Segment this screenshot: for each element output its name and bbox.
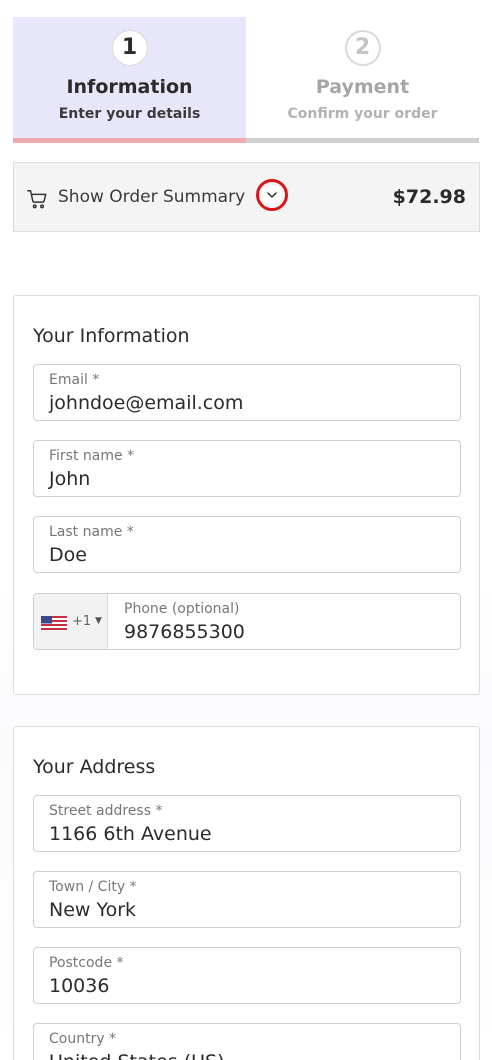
step-number: 2 [344,30,381,66]
chevron-down-icon [262,185,282,205]
step-progress-bar [246,138,479,143]
order-summary-expand-button[interactable] [256,179,288,211]
field-value[interactable]: Doe [49,544,87,566]
field-label: First name * [49,448,135,464]
section-title: Your Information [33,325,190,347]
address-card: Your Address Street address * 1166 6th A… [13,726,480,1060]
field-value[interactable]: John [49,468,90,490]
first-name-field[interactable]: First name * John [33,440,461,497]
city-field[interactable]: Town / City * New York [33,871,461,928]
step-title: Payment [315,76,410,98]
field-label: Last name * [49,524,134,540]
checkout-page: 1 Information Enter your details 2 Payme… [0,0,492,1060]
country-field[interactable]: Country * United States (US) [33,1023,461,1060]
field-value[interactable]: United States (US) [49,1051,225,1060]
field-value[interactable]: 9876855300 [124,621,245,643]
field-label: Town / City * [49,879,137,895]
country-code-selector[interactable]: +1 ▼ [34,594,108,649]
order-summary-label: Show Order Summary [58,187,246,207]
field-label: Country * [49,1031,117,1047]
checkout-stepper: 1 Information Enter your details 2 Payme… [13,17,480,143]
step-subtitle: Enter your details [58,106,201,122]
field-label: Postcode * [49,955,124,971]
step-information[interactable]: 1 Information Enter your details [13,17,246,143]
field-value[interactable]: 10036 [49,975,109,997]
field-label: Phone (optional) [124,601,240,617]
field-label: Email * [49,372,100,388]
step-title: Information [66,76,193,98]
order-summary-toggle[interactable]: Show Order Summary $72.98 [13,162,480,232]
street-address-field[interactable]: Street address * 1166 6th Avenue [33,795,461,852]
email-field[interactable]: Email * johndoe@email.com [33,364,461,421]
order-total: $72.98 [392,186,466,208]
information-card: Your Information Email * johndoe@email.c… [13,295,480,695]
step-number: 1 [111,30,148,66]
field-value[interactable]: johndoe@email.com [49,392,243,414]
field-value[interactable]: New York [49,899,136,921]
country-code: +1 [72,614,92,629]
cart-icon [27,190,47,209]
phone-field[interactable]: +1 ▼ Phone (optional) 9876855300 [33,593,461,650]
field-value[interactable]: 1166 6th Avenue [49,823,212,845]
step-payment[interactable]: 2 Payment Confirm your order [246,17,479,143]
step-subtitle: Confirm your order [287,106,438,122]
field-label: Street address * [49,803,163,819]
last-name-field[interactable]: Last name * Doe [33,516,461,573]
section-title: Your Address [33,756,156,778]
us-flag-icon [41,616,67,630]
caret-down-icon: ▼ [95,616,102,626]
step-progress-bar [13,138,246,143]
postcode-field[interactable]: Postcode * 10036 [33,947,461,1004]
